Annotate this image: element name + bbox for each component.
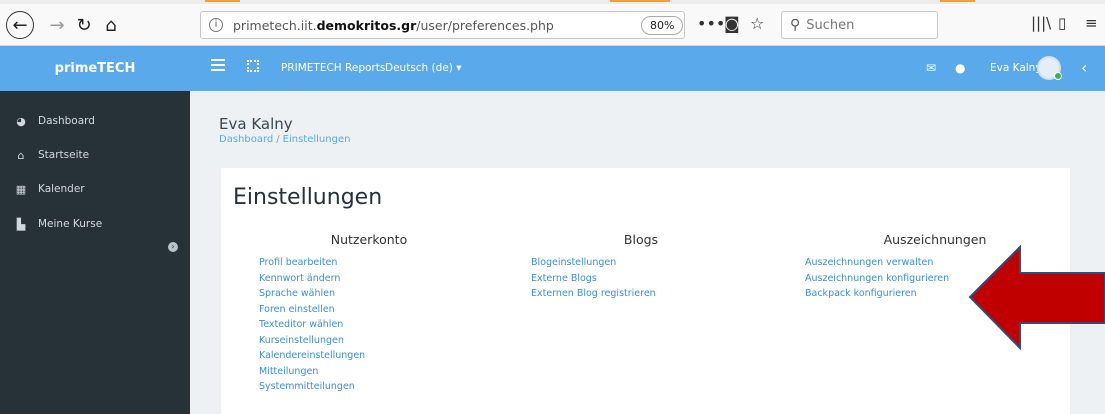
sidebar-item-dashboard[interactable]: ◕ Dashboard <box>0 104 190 138</box>
breadcrumb-einstellungen[interactable]: Einstellungen <box>283 134 351 145</box>
dashboard-icon: ◕ <box>16 114 26 128</box>
link-systemmitteilungen[interactable]: Systemmitteilungen <box>259 379 479 395</box>
page-title: Eva Kalny <box>219 115 293 133</box>
column-blogs: Blogs Blogeinstellungen Externe Blogs Ex… <box>531 232 751 302</box>
sidebar: ◕ Dashboard ⌂ Startseite ▦ Kalender ▙ Me… <box>0 91 190 414</box>
chevron-left-icon[interactable]: ‹ <box>1081 58 1087 77</box>
notifications-bell-icon[interactable]: ● <box>955 61 965 75</box>
url-text: primetech.iit.demokritos.gr/user/prefere… <box>233 17 554 33</box>
url-bar[interactable]: i primetech.iit.demokritos.gr/user/prefe… <box>200 11 685 39</box>
link-sprache-waehlen[interactable]: Sprache wählen <box>259 286 479 302</box>
breadcrumb: Dashboard / Einstellungen <box>219 134 351 145</box>
fullscreen-icon[interactable] <box>247 60 259 72</box>
brand-logo[interactable]: primeTECH <box>0 46 190 91</box>
page-actions-icon[interactable]: ••• <box>697 14 725 33</box>
language-menu[interactable]: Deutsch (de) ▾ <box>385 62 461 74</box>
online-status-dot <box>1054 72 1062 80</box>
sidebar-item-label: Meine Kurse <box>38 218 103 230</box>
bookmark-star-icon[interactable]: ☆ <box>750 14 764 33</box>
sidebar-expand-icon[interactable]: › <box>168 242 178 252</box>
avatar[interactable] <box>1037 56 1062 80</box>
column-nutzerkonto: Nutzerkonto Profil bearbeiten Kennwort ä… <box>259 232 479 395</box>
pocket-icon[interactable]: ◙ <box>724 14 740 33</box>
link-kurseinstellungen[interactable]: Kurseinstellungen <box>259 333 479 349</box>
reports-link[interactable]: PRIMETECH Reports <box>281 62 385 74</box>
link-kalendereinstellungen[interactable]: Kalendereinstellungen <box>259 348 479 364</box>
link-mitteilungen[interactable]: Mitteilungen <box>259 364 479 380</box>
back-button[interactable]: ← <box>6 11 34 39</box>
search-icon: ⚲ <box>790 17 801 33</box>
home-button[interactable]: ⌂ <box>98 12 124 38</box>
courses-icon: ▙ <box>16 217 26 231</box>
link-profil-bearbeiten[interactable]: Profil bearbeiten <box>259 255 479 271</box>
messages-icon[interactable]: ✉ <box>926 61 936 75</box>
search-input[interactable]: ⚲ Suchen <box>781 11 938 39</box>
link-kennwort-aendern[interactable]: Kennwort ändern <box>259 271 479 287</box>
preferences-card: Einstellungen Nutzerkonto Profil bearbei… <box>221 168 1070 414</box>
browser-toolbar: ← → ↻ ⌂ i primetech.iit.demokritos.gr/us… <box>0 0 1105 46</box>
column-heading: Nutzerkonto <box>330 232 408 247</box>
link-foren-einstellen[interactable]: Foren einstellen <box>259 302 479 318</box>
zoom-indicator[interactable]: 80% <box>641 16 684 35</box>
card-title: Einstellungen <box>233 185 383 210</box>
reload-button[interactable]: ↻ <box>71 12 97 38</box>
top-navbar: primeTECH PRIMETECH Reports Deutsch (de)… <box>0 46 1105 91</box>
link-externe-blogs[interactable]: Externe Blogs <box>531 271 751 287</box>
sidebar-item-label: Dashboard <box>38 115 95 127</box>
user-menu[interactable]: Eva Kalny <box>990 62 1042 74</box>
tab-strip-edge <box>0 0 1105 4</box>
hamburger-icon[interactable] <box>211 59 225 73</box>
library-icon[interactable]: |||\ <box>1031 14 1051 32</box>
sidebar-item-label: Kalender <box>38 183 85 195</box>
sidebar-item-label: Startseite <box>38 149 90 161</box>
sidebar-toggle-icon[interactable]: ▯ <box>1058 14 1066 32</box>
search-placeholder: Suchen <box>806 17 855 33</box>
breadcrumb-dashboard[interactable]: Dashboard <box>219 134 273 145</box>
forward-button[interactable]: → <box>44 12 70 38</box>
link-texteditor-waehlen[interactable]: Texteditor wählen <box>259 317 479 333</box>
link-externen-blog-registrieren[interactable]: Externen Blog registrieren <box>531 286 751 302</box>
column-heading: Blogs <box>623 232 659 247</box>
site-info-icon[interactable]: i <box>209 18 223 32</box>
red-arrow-annotation <box>968 245 1105 351</box>
link-blogeinstellungen[interactable]: Blogeinstellungen <box>531 255 751 271</box>
sidebar-item-kalender[interactable]: ▦ Kalender <box>0 172 190 206</box>
sidebar-item-meine-kurse[interactable]: ▙ Meine Kurse <box>0 207 190 241</box>
sidebar-item-startseite[interactable]: ⌂ Startseite <box>0 138 190 172</box>
menu-icon[interactable]: ≡ <box>1085 14 1098 32</box>
calendar-icon: ▦ <box>15 182 27 196</box>
home-icon: ⌂ <box>17 148 25 162</box>
arrow-left-icon <box>968 245 1105 351</box>
